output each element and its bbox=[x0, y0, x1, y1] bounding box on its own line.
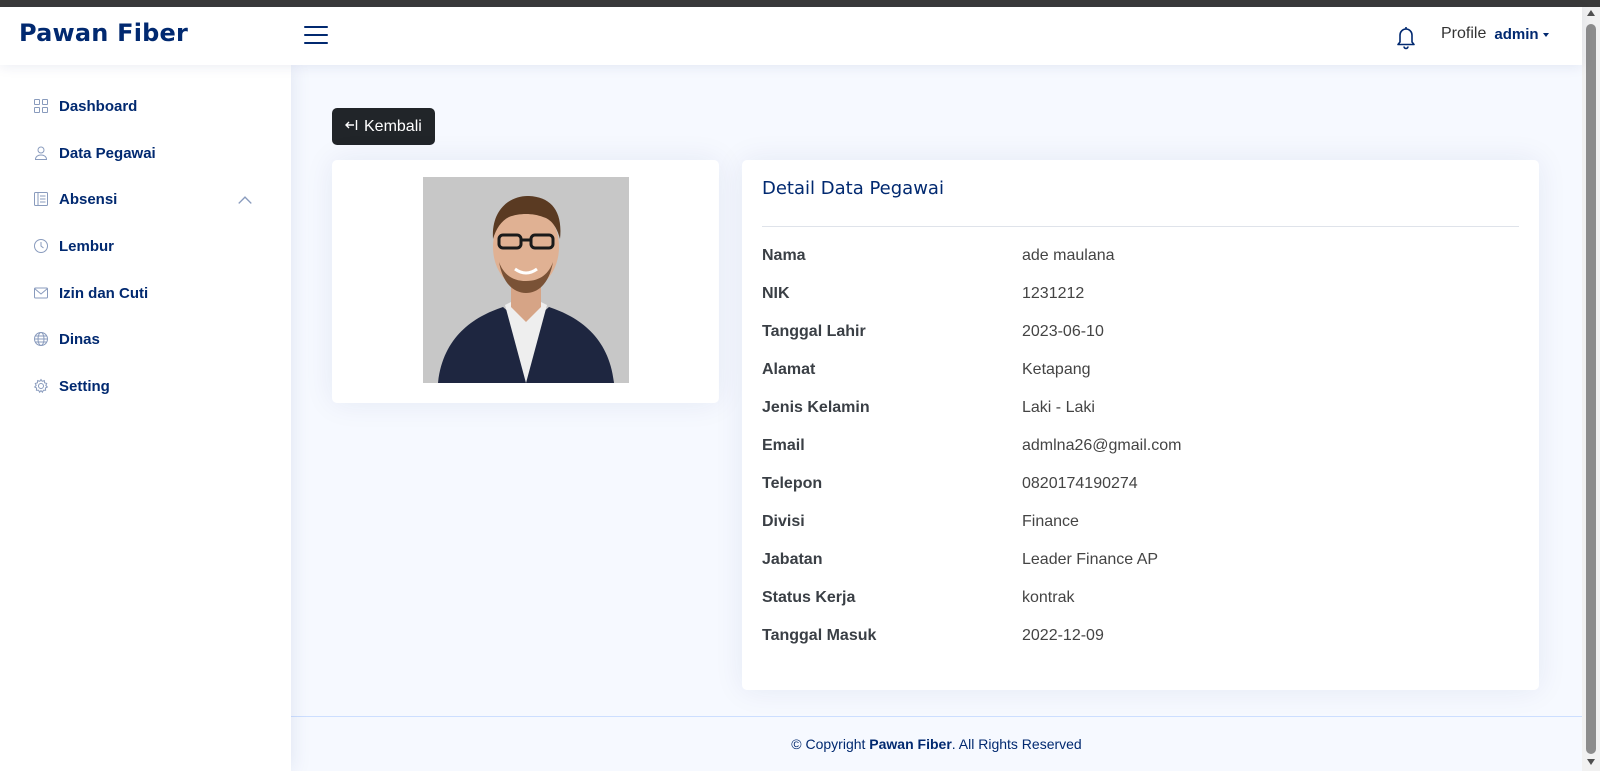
detail-row-email: Email admlna26@gmail.com bbox=[762, 434, 1519, 458]
scroll-down-arrow-icon[interactable] bbox=[1587, 759, 1595, 765]
scrollbar-thumb[interactable] bbox=[1586, 24, 1596, 754]
field-label: Tanggal Masuk bbox=[762, 627, 877, 644]
field-value: ade maulana bbox=[1022, 247, 1115, 264]
detail-row-status-kerja: Status Kerja kontrak bbox=[762, 586, 1519, 610]
detail-row-divisi: Divisi Finance bbox=[762, 510, 1519, 534]
detail-row-nama: Nama ade maulana bbox=[762, 244, 1519, 268]
sidebar-item-label: Izin dan Cuti bbox=[59, 284, 149, 302]
back-button-label: Kembali bbox=[364, 117, 422, 135]
field-label: Status Kerja bbox=[762, 589, 856, 606]
main-content: Kembali Detail Data Pegawai Nama ade mau… bbox=[291, 65, 1582, 771]
field-value: Ketapang bbox=[1022, 361, 1091, 378]
footer-copyright-suffix: . All Rights Reserved bbox=[951, 736, 1082, 752]
menu-line-3 bbox=[304, 42, 328, 44]
sidebar-item-dashboard[interactable]: Dashboard bbox=[33, 94, 263, 118]
sidebar-item-data-pegawai[interactable]: Data Pegawai bbox=[33, 141, 263, 165]
sidebar: Dashboard Data Pegawai Absensi Lembur Iz… bbox=[0, 65, 291, 771]
header: Pawan Fiber Profile admin bbox=[0, 7, 1582, 65]
chevron-up-icon bbox=[238, 196, 252, 204]
clock-icon bbox=[34, 239, 48, 253]
field-value: Leader Finance AP bbox=[1022, 551, 1159, 568]
field-value: 2023-06-10 bbox=[1022, 323, 1104, 340]
sidebar-item-lembur[interactable]: Lembur bbox=[33, 234, 263, 258]
page-scrollbar[interactable] bbox=[1582, 7, 1600, 771]
sidebar-item-label: Data Pegawai bbox=[59, 144, 156, 162]
field-label: Nama bbox=[762, 247, 806, 264]
footer-brand: Pawan Fiber bbox=[869, 736, 952, 752]
profile-image: Profile bbox=[1441, 25, 1487, 42]
sidebar-item-absensi[interactable]: Absensi bbox=[33, 187, 263, 211]
sidebar-item-dinas[interactable]: Dinas bbox=[33, 327, 263, 351]
divider bbox=[762, 226, 1519, 227]
grid-icon bbox=[34, 99, 48, 113]
field-value: admlna26@gmail.com bbox=[1022, 437, 1182, 454]
detail-row-tanggal-lahir: Tanggal Lahir 2023-06-10 bbox=[762, 320, 1519, 344]
profile-photo-card bbox=[332, 160, 719, 403]
detail-row-jenis-kelamin: Jenis Kelamin Laki - Laki bbox=[762, 396, 1519, 420]
sidebar-item-label: Dinas bbox=[59, 330, 100, 348]
detail-row-tanggal-masuk: Tanggal Masuk 2022-12-09 bbox=[762, 624, 1519, 648]
scroll-up-arrow-icon[interactable] bbox=[1587, 10, 1595, 16]
field-value: 1231212 bbox=[1022, 285, 1085, 302]
sidebar-item-label: Dashboard bbox=[59, 97, 138, 115]
browser-top-strip bbox=[0, 0, 1600, 7]
menu-line-2 bbox=[304, 34, 328, 36]
field-label: NIK bbox=[762, 285, 790, 302]
field-value: 0820174190274 bbox=[1022, 475, 1138, 492]
field-value: Laki - Laki bbox=[1022, 399, 1095, 416]
arrow-bar-left-icon bbox=[345, 118, 358, 136]
menu-toggle-button[interactable] bbox=[304, 24, 328, 46]
detail-row-telepon: Telepon 0820174190274 bbox=[762, 472, 1519, 496]
field-label: Alamat bbox=[762, 361, 816, 378]
field-value: kontrak bbox=[1022, 589, 1075, 606]
detail-title: Detail Data Pegawai bbox=[762, 178, 944, 199]
field-label: Divisi bbox=[762, 513, 805, 530]
footer-copyright-prefix: © Copyright bbox=[791, 736, 870, 752]
layout-text-sidebar-icon bbox=[34, 192, 48, 206]
detail-row-jabatan: Jabatan Leader Finance AP bbox=[762, 548, 1519, 572]
footer: © Copyright Pawan Fiber. All Rights Rese… bbox=[291, 716, 1582, 771]
field-label: Email bbox=[762, 437, 805, 454]
menu-line-1 bbox=[304, 26, 328, 28]
detail-row-alamat: Alamat Ketapang bbox=[762, 358, 1519, 382]
back-button[interactable]: Kembali bbox=[332, 108, 435, 145]
profile-dropdown[interactable]: Profile admin bbox=[1441, 25, 1549, 43]
employee-detail-card: Detail Data Pegawai Nama ade maulana NIK… bbox=[742, 160, 1539, 690]
field-label: Jenis Kelamin bbox=[762, 399, 870, 416]
field-label: Telepon bbox=[762, 475, 823, 492]
field-label: Tanggal Lahir bbox=[762, 323, 866, 340]
gear-icon bbox=[33, 378, 49, 394]
caret-down-icon bbox=[1542, 33, 1549, 37]
sidebar-item-label: Setting bbox=[59, 377, 110, 395]
detail-row-nik: NIK 1231212 bbox=[762, 282, 1519, 306]
notification-bell-icon[interactable] bbox=[1394, 24, 1418, 50]
sidebar-item-setting[interactable]: Setting bbox=[33, 374, 263, 398]
sidebar-item-izin-dan-cuti[interactable]: Izin dan Cuti bbox=[33, 281, 263, 305]
brand-logo[interactable]: Pawan Fiber bbox=[19, 19, 188, 47]
sidebar-item-label: Lembur bbox=[59, 237, 115, 255]
profile-username: admin bbox=[1494, 25, 1539, 43]
field-value: 2022-12-09 bbox=[1022, 627, 1104, 644]
person-icon bbox=[34, 146, 48, 160]
envelope-icon bbox=[34, 287, 48, 299]
field-label: Jabatan bbox=[762, 551, 823, 568]
field-value: Finance bbox=[1022, 513, 1079, 530]
globe-icon bbox=[34, 332, 48, 346]
sidebar-item-label: Absensi bbox=[59, 190, 118, 208]
employee-photo bbox=[423, 177, 629, 383]
